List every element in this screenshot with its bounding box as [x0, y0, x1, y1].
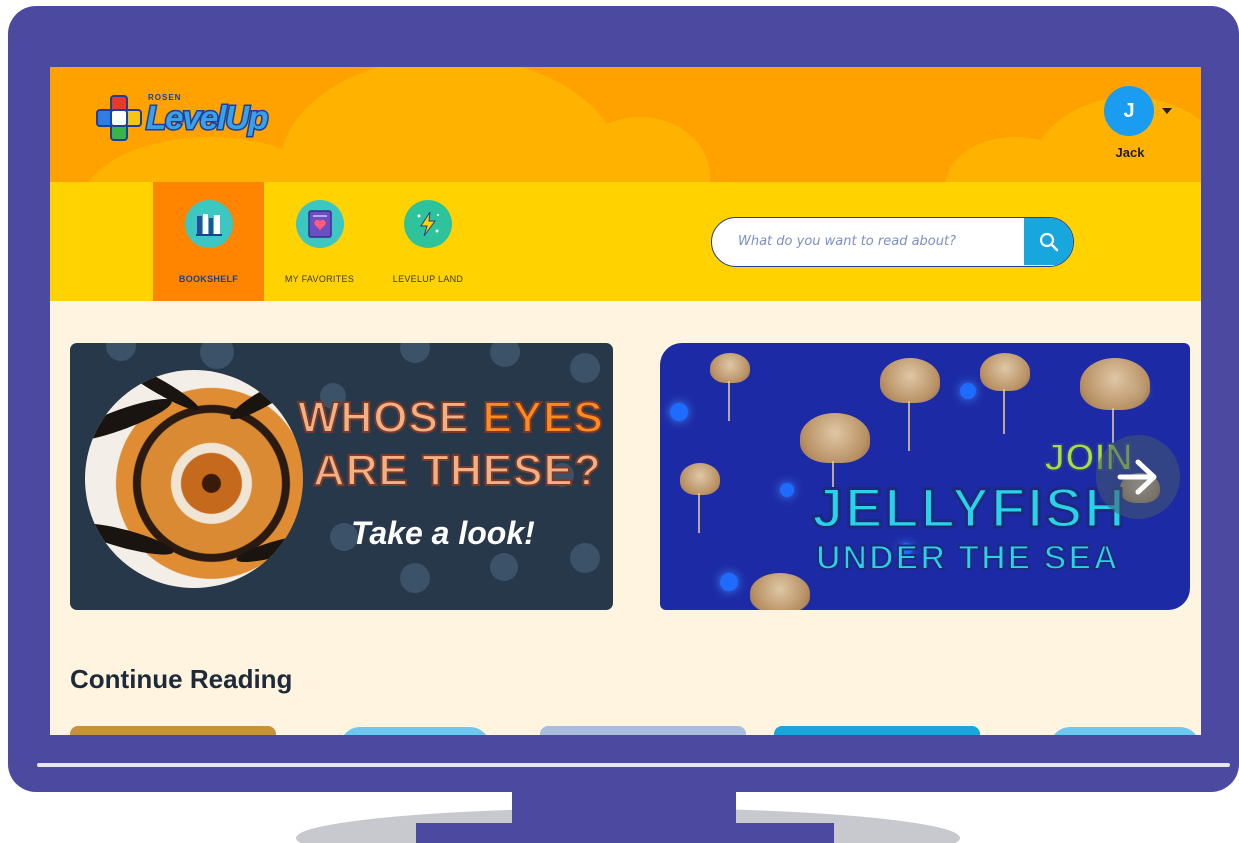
banner-title: JELLYFISH [811, 475, 1127, 541]
search-icon [1039, 232, 1058, 251]
nav-label: BOOKSHELF [178, 274, 239, 284]
search-bar [711, 217, 1074, 267]
app-screen: ROSEN LevelUp J Jack BOOKSHELF MY FAVORI… [50, 67, 1201, 735]
banner-subtitle: Take a look! [351, 515, 535, 551]
logo-brand-small: ROSEN [148, 93, 182, 102]
monitor-stand-neck [512, 786, 736, 826]
monitor-frame: ROSEN LevelUp J Jack BOOKSHELF MY FAVORI… [8, 6, 1239, 792]
nav-tab-bookshelf[interactable]: BOOKSHELF [153, 182, 264, 301]
nav-tab-my-favorites[interactable]: MY FAVORITES [267, 182, 372, 301]
search-button[interactable] [1024, 218, 1073, 265]
arrow-right-icon [1117, 459, 1157, 495]
continue-reading-heading: Continue Reading [70, 664, 293, 694]
levelup-logo[interactable]: ROSEN LevelUp [96, 93, 270, 141]
book-card[interactable] [340, 727, 490, 735]
lightning-icon [404, 200, 452, 248]
nav-tab-levelup-land[interactable]: LEVELUP LAND [375, 182, 481, 301]
main-nav: BOOKSHELF MY FAVORITES LEVELUP LAND What… [50, 182, 1201, 301]
logo-cross-icon [96, 95, 142, 141]
nav-label: MY FAVORITES [284, 274, 355, 284]
favorites-book-icon [295, 200, 344, 248]
app-header: ROSEN LevelUp J Jack [50, 67, 1201, 182]
logo-text: LevelUp [144, 98, 269, 138]
book-card[interactable] [540, 726, 746, 735]
carousel-next-button[interactable] [1096, 435, 1180, 519]
book-card[interactable] [70, 726, 276, 735]
nav-label: LEVELUP LAND [392, 274, 464, 284]
user-avatar[interactable]: J [1104, 86, 1154, 136]
banner-whose-eyes[interactable]: WHOSE EYES ARE THESE? Take a look! [70, 343, 613, 610]
banner-title-line1: WHOSE EYES [297, 392, 604, 443]
monitor-bezel-line [37, 763, 1230, 767]
search-input[interactable] [712, 218, 1024, 265]
book-card[interactable] [1050, 727, 1200, 735]
user-name: Jack [1115, 145, 1145, 160]
caret-down-icon[interactable] [1162, 108, 1172, 114]
banner-subtitle: UNDER THE SEA [815, 538, 1120, 578]
book-card[interactable] [774, 726, 980, 735]
tiger-eye-image [85, 370, 303, 588]
banner-title-line2: ARE THESE? [312, 445, 602, 496]
header-cloud [280, 67, 620, 182]
bookshelf-icon [184, 200, 233, 248]
monitor-stand-base [416, 823, 834, 843]
